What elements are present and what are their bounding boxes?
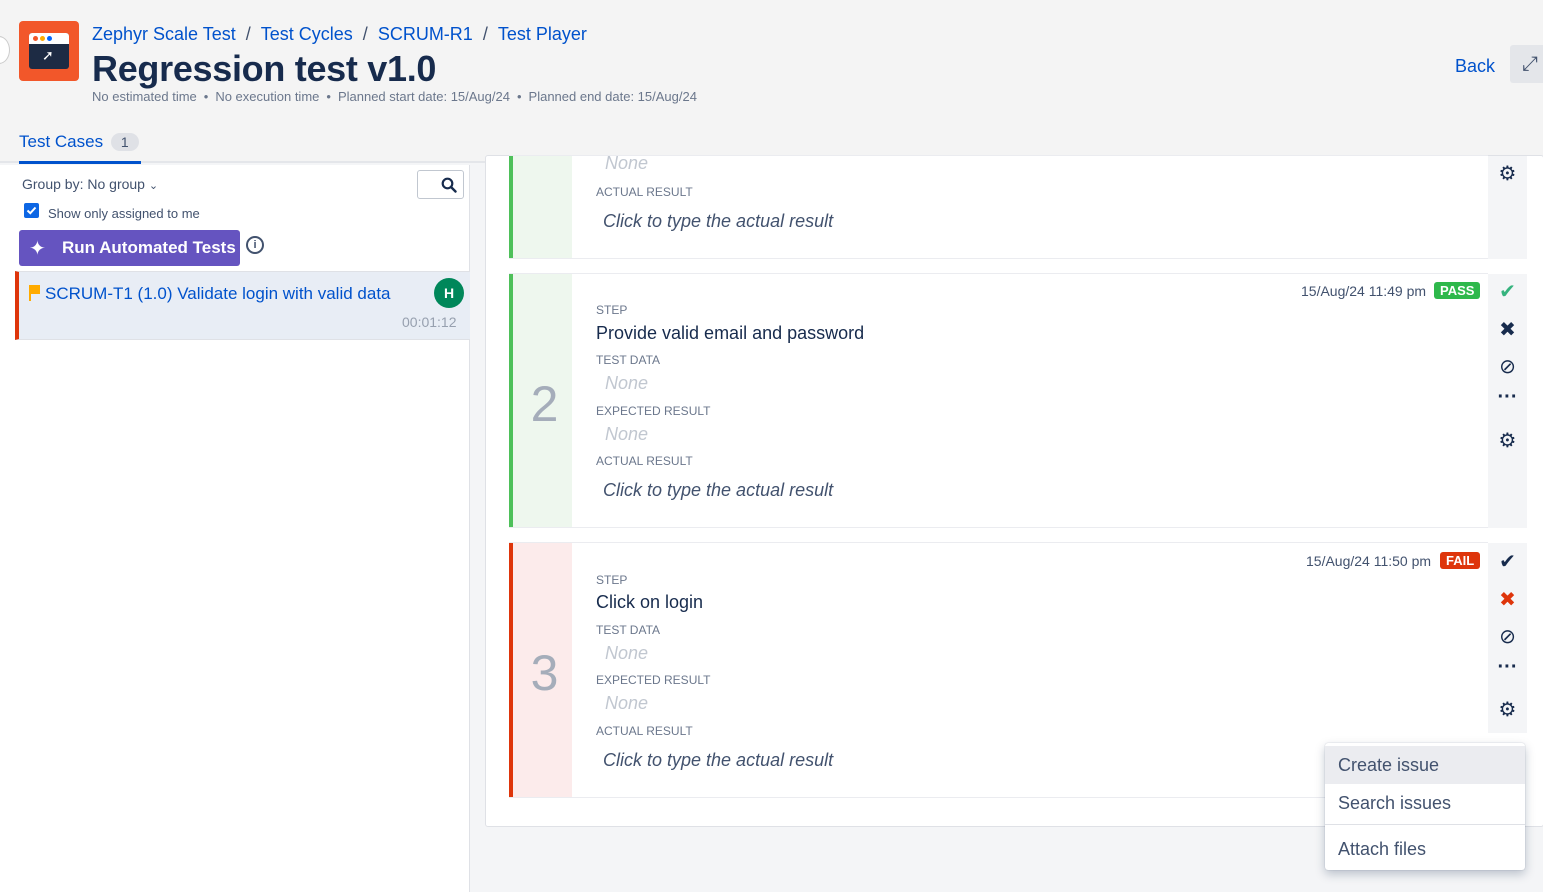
fail-x-icon[interactable]: ✖ [1488, 317, 1527, 342]
steps-container: None ACTUAL RESULT Click to type the act… [485, 153, 1543, 827]
show-assigned-checkbox[interactable] [24, 203, 39, 218]
actual-result-label: ACTUAL RESULT [596, 454, 693, 468]
planned-start-date: Planned start date: 15/Aug/24 [337, 89, 510, 104]
app-logo: ➚ [19, 21, 79, 81]
gear-icon[interactable]: ⚙ [1488, 697, 1527, 722]
status-badge: PASS [1434, 282, 1481, 299]
test-step-2: 2 15/Aug/24 11:49 pm PASS STEP Provide v… [509, 273, 1488, 528]
blocked-icon[interactable]: ⊘ [1488, 354, 1527, 379]
actual-result-input[interactable]: Click to type the actual result [603, 211, 833, 232]
tab-test-cases[interactable]: Test Cases 1 [19, 132, 141, 164]
step-label: STEP [596, 303, 628, 317]
more-options-icon[interactable]: ··· [1488, 386, 1527, 409]
pointer-icon: ➚ [42, 47, 54, 63]
expand-icon[interactable]: ⤢ [1510, 45, 1543, 83]
menu-search-issues[interactable]: Search issues [1325, 784, 1525, 822]
menu-divider [1325, 824, 1525, 825]
breadcrumb: Zephyr Scale Test / Test Cycles / SCRUM-R1/T… [92, 24, 587, 44]
search-button[interactable] [417, 170, 464, 199]
test-step-1: None ACTUAL RESULT Click to type the act… [509, 153, 1488, 259]
avatar: H [434, 278, 464, 308]
gear-icon[interactable]: ⚙ [1488, 161, 1527, 186]
more-options-icon[interactable]: ··· [1488, 656, 1527, 679]
step-label: STEP [596, 573, 628, 587]
actual-result-label: ACTUAL RESULT [596, 185, 693, 199]
test-data-value: None [605, 373, 649, 393]
chevron-down-icon: ⌄ [148, 180, 159, 192]
group-by-dropdown[interactable]: Group by: No group ⌄ [22, 176, 158, 192]
expected-result-label: EXPECTED RESULT [596, 673, 711, 687]
actual-result-input[interactable]: Click to type the actual result [603, 480, 833, 501]
planned-end-date: Planned end date: 15/Aug/24 [528, 89, 697, 104]
flag-icon [29, 285, 40, 301]
expected-result-value: None [605, 424, 649, 444]
show-assigned-label: Show only assigned to me [48, 206, 200, 221]
menu-create-issue[interactable]: Create issue [1325, 746, 1525, 784]
collapse-handle[interactable] [0, 36, 10, 64]
search-icon [441, 177, 457, 193]
status-badge: FAIL [1440, 552, 1481, 569]
actual-result-label: ACTUAL RESULT [596, 724, 693, 738]
actual-result-input[interactable]: Click to type the actual result [603, 750, 833, 771]
cycle-meta: No estimated time • No execution time • Plan… [92, 89, 697, 104]
test-case-duration: 00:01:12 [402, 314, 457, 330]
estimated-time: No estimated time [92, 89, 197, 104]
breadcrumb-cycle-key[interactable]: SCRUM-R1 [378, 24, 473, 44]
sparkle-icon: ✦ [29, 238, 46, 260]
menu-attach-files[interactable]: Attach files [1325, 830, 1525, 868]
test-case-list-item[interactable]: SCRUM-T1 (1.0) Validate login with valid… [15, 271, 470, 340]
test-data-value: None [605, 643, 649, 663]
pass-check-icon[interactable]: ✔ [1488, 279, 1527, 304]
test-data-label: TEST DATA [596, 353, 661, 367]
pass-check-icon[interactable]: ✔ [1488, 549, 1527, 574]
step-timestamp: 15/Aug/24 11:49 pm [1301, 283, 1427, 299]
issue-actions-menu: Create issue Search issues Attach files [1325, 743, 1525, 870]
step-description: Provide valid email and password [596, 323, 865, 343]
tab-label: Test Cases [19, 132, 104, 151]
group-by-label: Group by: No group [22, 176, 145, 192]
step-description: Click on login [596, 592, 704, 612]
tab-count-badge: 1 [110, 133, 139, 151]
execution-time: No execution time [215, 89, 320, 104]
step-number: 2 [530, 376, 559, 432]
check-icon [26, 206, 37, 215]
gear-icon[interactable]: ⚙ [1488, 428, 1527, 453]
expected-result-value: None [605, 693, 649, 713]
step-number-column: 3 [509, 543, 572, 797]
step-1-actions: ⚙ [1488, 156, 1527, 259]
step-number-column: 2 [509, 274, 572, 527]
test-case-title: SCRUM-T1 (1.0) Validate login with valid… [45, 284, 391, 303]
run-automated-tests-button[interactable]: ✦ Run Automated Tests [19, 230, 240, 266]
fail-x-icon[interactable]: ✖ [1488, 587, 1527, 612]
info-icon[interactable]: i [246, 236, 264, 254]
run-automated-tests-label: Run Automated Tests [62, 238, 236, 257]
step-3-actions: ✔ ✖ ⊘ ··· ⚙ [1488, 543, 1527, 733]
page-header: ➚ Zephyr Scale Test / Test Cycles / SCRUM-R1… [0, 0, 1543, 164]
breadcrumb-project[interactable]: Zephyr Scale Test [92, 24, 236, 44]
back-button[interactable]: Back [1455, 56, 1495, 77]
test-case-list-panel: Group by: No group ⌄ Show only assigned … [0, 165, 470, 892]
step-timestamp: 15/Aug/24 11:50 pm [1306, 553, 1432, 569]
breadcrumb-test-cycles[interactable]: Test Cycles [261, 24, 353, 44]
expected-result-label: EXPECTED RESULT [596, 404, 711, 418]
step-number-column [509, 156, 572, 258]
step-2-actions: ✔ ✖ ⊘ ··· ⚙ [1488, 274, 1527, 528]
blocked-icon[interactable]: ⊘ [1488, 624, 1527, 649]
step-number: 3 [530, 645, 559, 701]
breadcrumb-test-player[interactable]: Test Player [498, 24, 587, 44]
page-title: Regression test v1.0 [92, 48, 437, 89]
step-expected-result-value: None [605, 153, 649, 173]
test-data-label: TEST DATA [596, 623, 661, 637]
